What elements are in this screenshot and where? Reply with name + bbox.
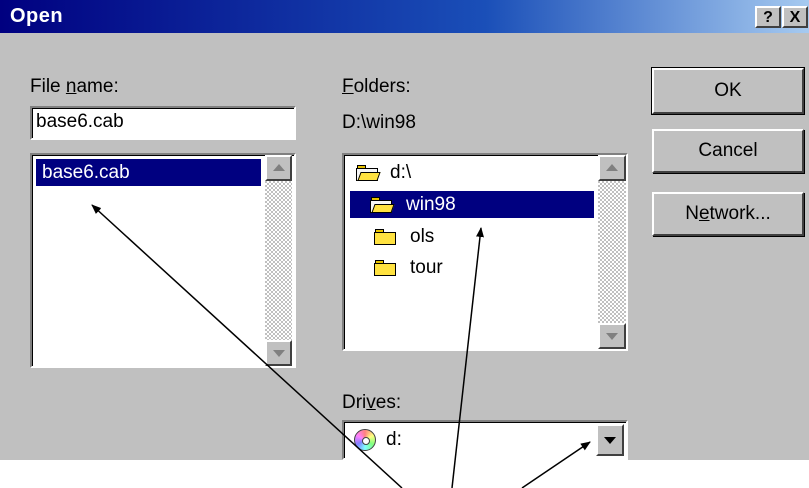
file-name-label: File name:: [30, 76, 119, 97]
ok-button[interactable]: OK: [651, 67, 805, 115]
close-button[interactable]: X: [782, 6, 808, 28]
chevron-down-icon: [604, 437, 616, 444]
folder-item-tour[interactable]: tour: [350, 254, 449, 281]
open-folder-icon: [370, 197, 395, 213]
folders-label: Folders:: [342, 76, 411, 97]
file-list[interactable]: base6.cab: [30, 153, 296, 368]
network-button[interactable]: Network...: [652, 192, 804, 236]
file-name-input[interactable]: base6.cab: [30, 106, 296, 140]
file-name-input-value: base6.cab: [36, 111, 124, 132]
file-list-scrollbar[interactable]: [265, 155, 292, 366]
current-folder-path: D:\win98: [342, 112, 416, 133]
scroll-up-button[interactable]: [598, 155, 626, 181]
cd-drive-icon: [354, 429, 376, 451]
cancel-button[interactable]: Cancel: [652, 129, 804, 173]
folder-list[interactable]: d:\ win98 ols tour: [342, 153, 628, 351]
arrow-up-icon: [606, 164, 618, 171]
folder-item-win98[interactable]: win98: [350, 191, 594, 218]
scroll-up-button[interactable]: [265, 155, 292, 181]
drives-label: Drives:: [342, 392, 402, 413]
scroll-down-button[interactable]: [265, 340, 292, 366]
help-button[interactable]: ?: [755, 6, 781, 28]
folder-icon: [374, 229, 396, 245]
open-dialog: Open ? X File name: base6.cab base6.cab …: [0, 0, 809, 460]
folder-item-root[interactable]: d:\: [350, 159, 417, 186]
list-item[interactable]: base6.cab: [36, 159, 261, 186]
drives-dropdown-button[interactable]: [596, 424, 624, 456]
folder-list-scrollbar[interactable]: [598, 155, 626, 349]
title-bar[interactable]: Open ? X: [0, 0, 809, 33]
arrow-down-icon: [272, 350, 285, 357]
folder-icon: [374, 260, 396, 276]
drives-dropdown[interactable]: d:: [342, 420, 628, 460]
scroll-down-button[interactable]: [598, 323, 626, 349]
folder-item-ols[interactable]: ols: [350, 223, 440, 250]
arrow-up-icon: [272, 164, 285, 171]
window-title: Open: [10, 5, 64, 27]
arrow-down-icon: [606, 333, 618, 340]
drives-selected-value: d:: [386, 429, 402, 450]
open-folder-icon: [356, 165, 381, 181]
